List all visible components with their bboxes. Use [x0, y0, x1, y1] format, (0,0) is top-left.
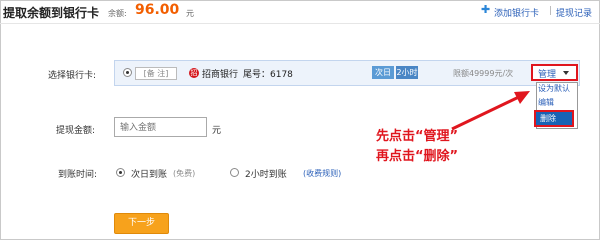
- arrival-next-day-note: (免费): [173, 169, 196, 178]
- next-step-button[interactable]: 下一步: [114, 213, 169, 234]
- annotation-arrow: [451, 91, 530, 131]
- arrival-next-day-label[interactable]: 次日到账: [131, 167, 167, 180]
- amount-label: 提现金额:: [56, 126, 96, 136]
- fee-rules-link[interactable]: (收费规则): [303, 168, 341, 179]
- amount-unit: 元: [212, 126, 222, 136]
- arrival-two-hours-label[interactable]: 2小时到账: [245, 167, 287, 180]
- annotation-line-2: 再点击“删除”: [376, 149, 459, 164]
- annotation-line-1: 先点击“管理”: [376, 129, 459, 144]
- arrival-time-label: 到账时间:: [58, 170, 98, 180]
- arrival-next-day-radio[interactable]: [116, 168, 125, 177]
- arrival-two-hours-radio[interactable]: [230, 168, 239, 177]
- amount-input[interactable]: [114, 117, 207, 137]
